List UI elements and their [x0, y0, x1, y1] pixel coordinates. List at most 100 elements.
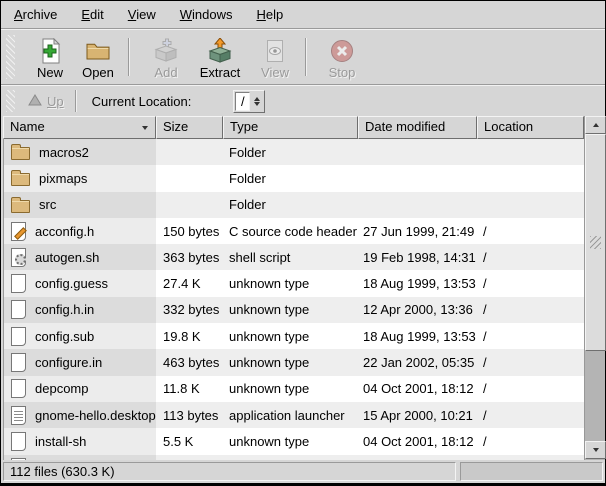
- cell-type: unknown type: [223, 376, 358, 402]
- cell-size: 11.8 K: [156, 376, 223, 402]
- column-header-name[interactable]: Name: [3, 116, 156, 139]
- table-row[interactable]: macros2 Folder: [4, 139, 584, 165]
- cell-name: install-sh: [4, 428, 156, 454]
- table-row[interactable]: depcomp 11.8 K unknown type 04 Oct 2001,…: [4, 376, 584, 402]
- cell-name: pixmaps: [4, 165, 156, 191]
- cell-type: Folder: [223, 165, 358, 191]
- table-row[interactable]: install-sh 5.5 K unknown type 04 Oct 200…: [4, 428, 584, 454]
- column-header-type[interactable]: Type: [223, 116, 358, 139]
- toolbar-separator: [128, 38, 130, 76]
- table-row[interactable]: acconfig.h 150 bytes C source code heade…: [4, 218, 584, 244]
- cell-date-modified: 12 Apr 2000, 13:36: [358, 297, 477, 323]
- vertical-scrollbar[interactable]: [584, 116, 605, 460]
- cell-size: 19.8 K: [156, 323, 223, 349]
- cell-type: C source code header: [223, 218, 358, 244]
- cell-date-modified: 18 Aug 1999, 13:53: [358, 323, 477, 349]
- locationbar-drag-handle[interactable]: [6, 90, 15, 112]
- add-button[interactable]: Add: [142, 32, 190, 82]
- toolbar-drag-handle[interactable]: [6, 35, 15, 79]
- cell-date-modified: 27 Jun 1999, 21:49: [358, 218, 477, 244]
- cell-type: shell script: [223, 244, 358, 270]
- cell-date-modified: [358, 192, 477, 218]
- location-bar: Up Current Location: /: [1, 86, 605, 116]
- cell-name: config.sub: [4, 323, 156, 349]
- file-icon: [11, 300, 26, 319]
- cell-size: 27.4 K: [156, 270, 223, 296]
- table-row[interactable]: config.h.in 332 bytes unknown type 12 Ap…: [4, 297, 584, 323]
- file-table: Name Size Type Date modified Location ma…: [3, 116, 605, 460]
- cell-name: autogen.sh: [4, 244, 156, 270]
- cell-location: /: [477, 402, 584, 428]
- location-combo[interactable]: /: [233, 90, 265, 113]
- table-row[interactable]: config.sub 19.8 K unknown type 18 Aug 19…: [4, 323, 584, 349]
- locationbar-separator: [75, 90, 77, 112]
- file-table-body: macros2 Folder pixmaps Folder src Folder…: [3, 139, 584, 460]
- extract-icon: [207, 37, 233, 64]
- cell-type: unknown type: [223, 428, 358, 454]
- menu-help[interactable]: Help: [255, 5, 284, 24]
- status-message: 112 files (630.3 K): [3, 462, 456, 481]
- cell-type: unknown type: [223, 323, 358, 349]
- table-row[interactable]: gnome-hello.desktop 113 bytes applicatio…: [4, 402, 584, 428]
- cell-location: /: [477, 349, 584, 375]
- column-header-date-modified[interactable]: Date modified: [358, 116, 477, 139]
- cell-location: [477, 165, 584, 191]
- folder-icon: [11, 200, 30, 213]
- table-row[interactable]: autogen.sh 363 bytes shell script 19 Feb…: [4, 244, 584, 270]
- cell-name: src: [4, 192, 156, 218]
- view-button[interactable]: View: [250, 32, 300, 82]
- table-row[interactable]: configure.in 463 bytes unknown type 22 J…: [4, 349, 584, 375]
- cell-type: unknown type: [223, 349, 358, 375]
- cell-type: unknown type: [223, 297, 358, 323]
- progress-area: [460, 462, 603, 481]
- view-button-label: View: [261, 65, 289, 80]
- cell-location: /: [477, 297, 584, 323]
- cell-size: 113 bytes: [156, 402, 223, 428]
- stop-button-label: Stop: [329, 65, 356, 80]
- file-lines-icon: [11, 406, 26, 425]
- cell-location: /: [477, 428, 584, 454]
- toolbar-separator: [305, 38, 307, 76]
- scroll-down-button[interactable]: [585, 441, 606, 459]
- folder-icon: [11, 173, 30, 186]
- cell-type: application launcher: [223, 402, 358, 428]
- menu-windows[interactable]: Windows: [179, 5, 234, 24]
- table-row[interactable]: config.guess 27.4 K unknown type 18 Aug …: [4, 270, 584, 296]
- stop-button[interactable]: Stop: [319, 32, 365, 82]
- open-button[interactable]: Open: [73, 32, 123, 82]
- column-header-location[interactable]: Location: [477, 116, 584, 139]
- add-button-label: Add: [154, 65, 177, 80]
- cell-date-modified: 18 Aug 1999, 13:53: [358, 270, 477, 296]
- table-row[interactable]: pixmaps Folder: [4, 165, 584, 191]
- cell-date-modified: 04 Oct 2001, 18:12: [358, 376, 477, 402]
- table-row[interactable]: src Folder: [4, 192, 584, 218]
- cell-date-modified: [358, 165, 477, 191]
- folder-icon: [11, 147, 30, 160]
- extract-button[interactable]: Extract: [190, 32, 250, 82]
- menu-archive[interactable]: Archive: [13, 5, 58, 24]
- cell-location: /: [477, 376, 584, 402]
- menu-view[interactable]: View: [127, 5, 157, 24]
- column-header-size[interactable]: Size: [156, 116, 223, 139]
- file-gear-icon: [11, 248, 26, 267]
- cell-date-modified: 19 Feb 1998, 14:31: [358, 244, 477, 270]
- extract-button-label: Extract: [200, 65, 240, 80]
- cell-date-modified: 04 Oct 2001, 18:12: [358, 428, 477, 454]
- cell-name: macros2: [4, 139, 156, 165]
- cell-size: [156, 139, 223, 165]
- cell-location: /: [477, 244, 584, 270]
- view-file-icon: [262, 37, 288, 64]
- file-icon: [11, 327, 26, 346]
- cell-date-modified: [358, 139, 477, 165]
- menu-edit[interactable]: Edit: [80, 5, 104, 24]
- cell-date-modified: 15 Apr 2000, 10:21: [358, 402, 477, 428]
- toolbar: New Open Add: [1, 30, 605, 84]
- cell-size: 5.5 K: [156, 428, 223, 454]
- file-pencil-icon: [11, 222, 26, 241]
- up-button[interactable]: Up: [22, 92, 70, 111]
- cell-location: /: [477, 218, 584, 244]
- scroll-up-button[interactable]: [585, 116, 606, 134]
- new-button[interactable]: New: [27, 32, 73, 82]
- cell-name: acconfig.h: [4, 218, 156, 244]
- scrollbar-thumb[interactable]: [585, 134, 606, 351]
